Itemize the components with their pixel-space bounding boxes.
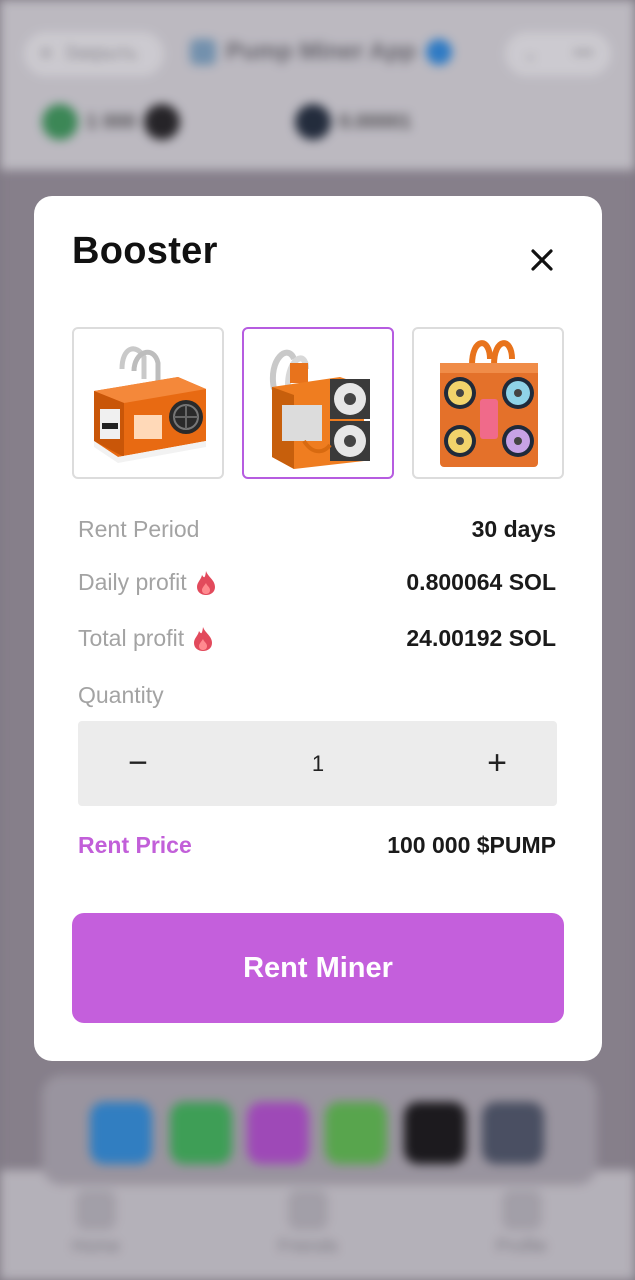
- total-profit-label-group: Total profit: [78, 625, 214, 652]
- miner-option-2[interactable]: [242, 327, 394, 479]
- daily-profit-label-group: Daily profit: [78, 569, 217, 596]
- daily-profit-label: Daily profit: [78, 569, 187, 595]
- miner-dual-fan-image: [269, 349, 370, 469]
- rent-period-value: 30 days: [471, 516, 556, 542]
- daily-profit-value: 0.800064 SOL: [406, 569, 556, 595]
- quantity-value[interactable]: 1: [278, 721, 358, 806]
- flame-icon: [196, 570, 215, 595]
- rent-period-row: Rent Period 30 days: [78, 516, 556, 543]
- miner-evga-image: [94, 346, 206, 463]
- quantity-decrement-button[interactable]: −: [78, 721, 198, 806]
- daily-profit-row: Daily profit 0.800064 SOL: [78, 569, 556, 596]
- rent-price-row: Rent Price 100 000 $PUMP: [78, 832, 556, 859]
- booster-modal: Booster Rent Period 30 days Daily profit…: [34, 196, 602, 1061]
- rent-price-label: Rent Price: [78, 832, 192, 858]
- modal-title: Booster: [72, 230, 218, 272]
- miner-selector: [72, 327, 564, 479]
- close-icon: [531, 249, 553, 271]
- total-profit-value: 24.00192 SOL: [406, 625, 556, 651]
- miner-option-3[interactable]: [412, 327, 564, 479]
- quantity-stepper: − 1 +: [78, 721, 557, 806]
- total-profit-label: Total profit: [78, 625, 185, 651]
- quantity-label: Quantity: [78, 682, 164, 708]
- rent-period-label: Rent Period: [78, 516, 200, 542]
- flame-icon: [194, 626, 213, 651]
- miner-quad-fan-image: [440, 340, 538, 467]
- rent-miner-button[interactable]: Rent Miner: [72, 913, 564, 1023]
- plus-icon: +: [487, 744, 507, 782]
- total-profit-row: Total profit 24.00192 SOL: [78, 625, 556, 652]
- minus-icon: −: [128, 744, 148, 782]
- quantity-increment-button[interactable]: +: [437, 721, 557, 806]
- close-button[interactable]: [524, 242, 560, 278]
- rent-price-value: 100 000 $PUMP: [387, 832, 556, 858]
- miner-option-1[interactable]: [72, 327, 224, 479]
